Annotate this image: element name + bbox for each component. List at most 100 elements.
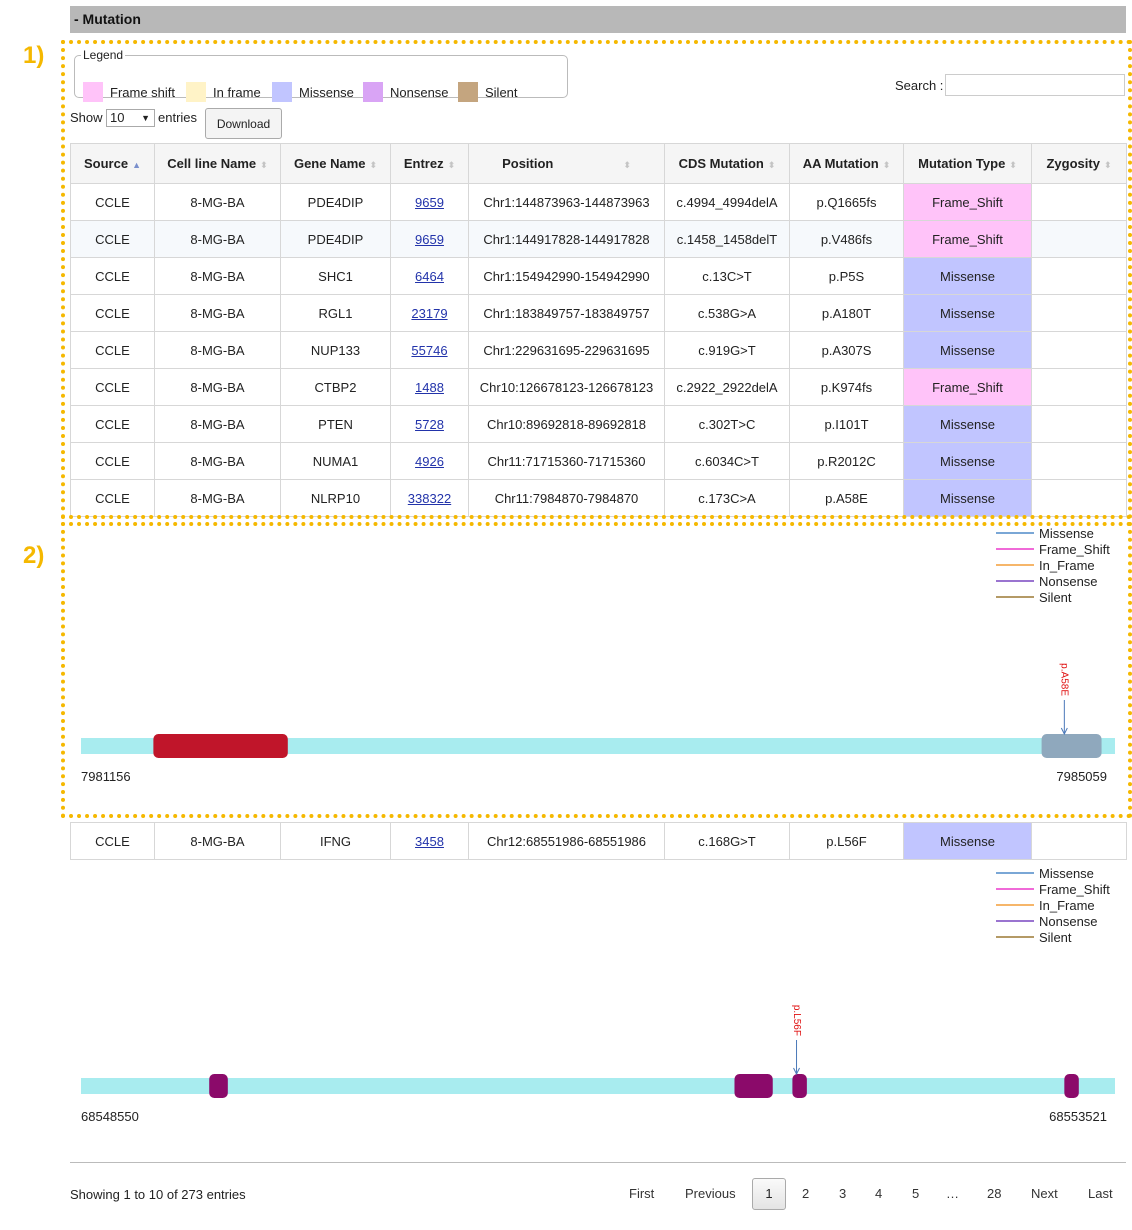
cell-cell-line: 8-MG-BA [154, 294, 281, 332]
pagination-page-2[interactable]: 2 [802, 1186, 809, 1201]
cell-aa-mutation: p.A307S [789, 331, 904, 369]
search-input[interactable] [945, 74, 1125, 96]
pagination-last[interactable]: Last [1088, 1186, 1113, 1201]
entries-per-page-select[interactable]: 10 ▼ [106, 109, 155, 127]
table-row[interactable]: CCLE 8-MG-BA NUP133 55746 Chr1:229631695-229… [70, 331, 1127, 369]
entrez-link[interactable]: 338322 [408, 491, 451, 506]
pagination-page-28[interactable]: 28 [987, 1186, 1001, 1201]
cell-cell-line: 8-MG-BA [154, 405, 281, 443]
table-row[interactable]: CCLE 8-MG-BA PDE4DIP 9659 Chr1:144873963-144… [70, 183, 1127, 221]
column-header-aa-mutation[interactable]: AA Mutation ⬍ [789, 143, 904, 184]
cell-source: CCLE [70, 294, 155, 332]
cell-mutation-type: Missense [903, 822, 1032, 860]
protein-domain [209, 1074, 228, 1098]
cell-entrez: 9659 [390, 220, 469, 258]
plot-start-coordinate: 7981156 [81, 769, 131, 784]
plot-legend-in-frame: In_Frame [996, 897, 1110, 913]
cell-source: CCLE [70, 257, 155, 295]
pagination-page-3[interactable]: 3 [839, 1186, 846, 1201]
column-header-position[interactable]: Position ⬍ [468, 143, 665, 184]
pagination-page-5[interactable]: 5 [912, 1186, 919, 1201]
frame-shift-line-icon [996, 548, 1034, 550]
cell-cds-mutation: c.2922_2922delA [664, 368, 790, 406]
plot-legend-in-frame: In_Frame [996, 557, 1110, 573]
cell-gene: NLRP10 [280, 479, 391, 517]
plot-legend: Missense Frame_Shift In_Frame Nonsense S… [996, 525, 1110, 605]
entrez-link[interactable]: 4926 [415, 454, 444, 469]
table-row[interactable]: CCLE 8-MG-BA NUMA1 4926 Chr11:71715360-71715… [70, 442, 1127, 480]
plot-legend-frame-shift: Frame_Shift [996, 541, 1110, 557]
entrez-link[interactable]: 23179 [411, 306, 447, 321]
cell-cell-line: 8-MG-BA [154, 822, 281, 860]
entrez-link[interactable]: 9659 [415, 232, 444, 247]
plot-legend-label: Silent [1039, 589, 1072, 605]
entrez-link[interactable]: 55746 [411, 343, 447, 358]
cell-entrez: 6464 [390, 257, 469, 295]
cell-gene: SHC1 [280, 257, 391, 295]
cell-position: Chr12:68551986-68551986 [468, 822, 665, 860]
annotation-label-1: 1) [23, 42, 45, 69]
sort-icon: ⬍ [767, 160, 776, 170]
column-header-mutation-type[interactable]: Mutation Type ⬍ [903, 143, 1032, 184]
cell-mutation-type: Missense [903, 442, 1032, 480]
cell-entrez: 5728 [390, 405, 469, 443]
table-row[interactable]: CCLE 8-MG-BA IFNG 3458 Chr12:68551986-68… [70, 822, 1127, 860]
plot-legend-nonsense: Nonsense [996, 913, 1110, 929]
pagination-next[interactable]: Next [1031, 1186, 1058, 1201]
entrez-link[interactable]: 3458 [415, 834, 444, 849]
frame-shift-swatch [83, 82, 103, 102]
cell-zygosity [1031, 294, 1127, 332]
pagination-ellipsis: … [946, 1186, 959, 1201]
entrez-link[interactable]: 6464 [415, 269, 444, 284]
table-row[interactable]: CCLE 8-MG-BA NLRP10 338322 Chr11:7984870-798… [70, 479, 1127, 517]
column-label: CDS Mutation [678, 156, 764, 171]
cell-mutation-type: Missense [903, 331, 1032, 369]
cell-cell-line: 8-MG-BA [154, 479, 281, 517]
table-row[interactable]: CCLE 8-MG-BA PTEN 5728 Chr10:89692818-896928… [70, 405, 1127, 443]
column-header-entrez[interactable]: Entrez ⬍ [390, 143, 469, 184]
plot-end-coordinate: 68553521 [1049, 1109, 1107, 1124]
plot-legend-label: In_Frame [1039, 557, 1095, 573]
cell-zygosity [1031, 822, 1127, 860]
cell-entrez: 338322 [390, 479, 469, 517]
pagination-first[interactable]: First [629, 1186, 654, 1201]
pagination-page-1-current[interactable]: 1 [752, 1178, 786, 1210]
sort-ascending-icon: ▲ [132, 160, 141, 170]
column-header-zygosity[interactable]: Zygosity ⬍ [1031, 143, 1127, 184]
table-row[interactable]: CCLE 8-MG-BA CTBP2 1488 Chr10:126678123-1266… [70, 368, 1127, 406]
column-header-source[interactable]: Source ▲ [70, 143, 155, 184]
sort-icon: ⬍ [623, 160, 631, 170]
column-header-gene-name[interactable]: Gene Name ⬍ [280, 143, 391, 184]
mutation-panel-header[interactable]: - Mutation [70, 6, 1126, 33]
plot-end-coordinate: 7985059 [1056, 769, 1107, 784]
plot-start-coordinate: 68548550 [81, 1109, 139, 1124]
legend-label: Missense [299, 84, 354, 100]
cell-cds-mutation: c.1458_1458delT [664, 220, 790, 258]
cell-zygosity [1031, 220, 1127, 258]
cell-mutation-type: Missense [903, 257, 1032, 295]
column-header-cds-mutation[interactable]: CDS Mutation ⬍ [664, 143, 790, 184]
column-header-cell-line-name[interactable]: Cell line Name ⬍ [154, 143, 281, 184]
cell-cell-line: 8-MG-BA [154, 220, 281, 258]
legend-item-missense: Missense [272, 82, 354, 102]
cell-source: CCLE [70, 442, 155, 480]
entries-label: entries [158, 110, 198, 125]
plot-legend-missense: Missense [996, 865, 1110, 881]
cell-position: Chr1:183849757-183849757 [468, 294, 665, 332]
search-label: Search : [895, 78, 944, 93]
cell-source: CCLE [70, 368, 155, 406]
entrez-link[interactable]: 5728 [415, 417, 444, 432]
table-row[interactable]: CCLE 8-MG-BA PDE4DIP 9659 Chr1:144917828-144… [70, 220, 1127, 258]
entrez-link[interactable]: 9659 [415, 195, 444, 210]
cell-cell-line: 8-MG-BA [154, 331, 281, 369]
table-row[interactable]: CCLE 8-MG-BA SHC1 6464 Chr1:154942990-154942… [70, 257, 1127, 295]
table-row[interactable]: CCLE 8-MG-BA RGL1 23179 Chr1:183849757-18384… [70, 294, 1127, 332]
protein-domain [734, 1074, 773, 1098]
pagination-previous[interactable]: Previous [685, 1186, 736, 1201]
protein-domain [1041, 734, 1102, 758]
missense-swatch [272, 82, 292, 102]
download-button[interactable]: Download [205, 108, 282, 139]
pagination-page-4[interactable]: 4 [875, 1186, 882, 1201]
entrez-link[interactable]: 1488 [415, 380, 444, 395]
plot-legend-silent: Silent [996, 929, 1110, 945]
